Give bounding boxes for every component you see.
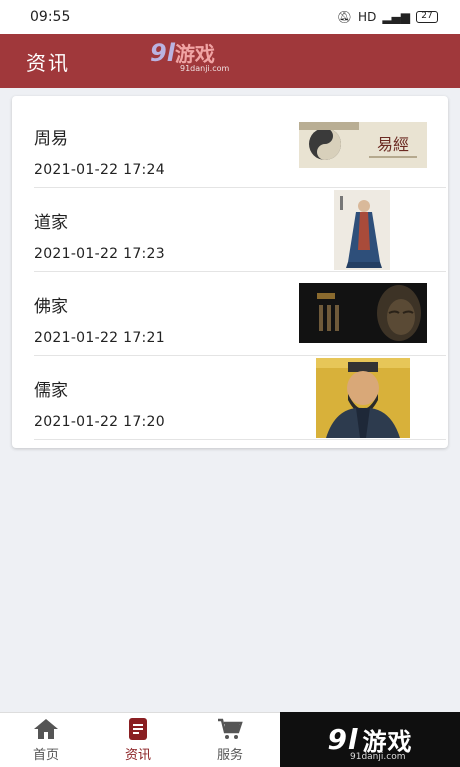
list-item[interactable]: 佛家 2021-01-22 17:21 <box>34 272 446 356</box>
home-icon <box>34 719 58 739</box>
news-time: 2021-01-22 17:20 <box>34 414 165 430</box>
svg-text:易經: 易經 <box>377 135 409 154</box>
buddha-thumbnail <box>299 283 427 343</box>
network-label: HD <box>358 10 377 24</box>
page-title: 资讯 <box>26 50 70 75</box>
watermark-url: 91danji.com <box>350 752 406 762</box>
news-list: 周易 2021-01-22 17:24 易經 道家 2021-01-22 17:… <box>12 96 448 448</box>
news-time: 2021-01-22 17:21 <box>34 330 165 346</box>
status-time: 09:55 <box>30 9 71 25</box>
watermark-url: 91danji.com <box>180 64 230 73</box>
list-item[interactable]: 道家 2021-01-22 17:23 <box>34 188 446 272</box>
watermark-logo-mark: 9l <box>150 39 175 67</box>
watermark-logo-text: 游戏 <box>174 42 215 66</box>
news-title: 周易 <box>34 129 68 149</box>
cart-icon <box>218 718 243 739</box>
confucius-thumbnail <box>316 358 410 438</box>
news-title: 儒家 <box>34 381 68 401</box>
zhouyi-thumbnail: 易經 <box>299 122 427 168</box>
list-item[interactable]: 周易 2021-01-22 17:24 易經 <box>34 104 446 188</box>
watermark-logo-bottom: 9l 游戏 91danji.com <box>280 712 460 767</box>
news-time: 2021-01-22 17:24 <box>34 162 165 178</box>
tab-service[interactable]: 服务 <box>184 713 276 767</box>
status-bar: 09:55 🔕︎ HD ▂▄▆ 27 <box>0 0 460 34</box>
tab-home[interactable]: 首页 <box>0 713 92 767</box>
watermark-logo-top: 9l游戏 91danji.com <box>150 38 242 74</box>
news-title: 道家 <box>34 213 68 233</box>
mute-icon: 🔕︎ <box>336 10 353 24</box>
status-indicators: 🔕︎ HD ▂▄▆ 27 <box>337 10 438 24</box>
news-icon <box>129 718 147 740</box>
signal-icon: ▂▄▆ <box>382 10 410 24</box>
battery-icon: 27 <box>416 11 438 23</box>
news-title: 佛家 <box>34 297 68 317</box>
tab-news[interactable]: 资讯 <box>92 713 184 767</box>
tab-label: 首页 <box>32 748 59 763</box>
list-item[interactable]: 儒家 2021-01-22 17:20 <box>34 356 446 440</box>
tab-label: 服务 <box>216 748 243 763</box>
daoist-figure-thumbnail <box>334 190 390 270</box>
news-time: 2021-01-22 17:23 <box>34 246 165 262</box>
tab-label: 资讯 <box>124 748 151 763</box>
